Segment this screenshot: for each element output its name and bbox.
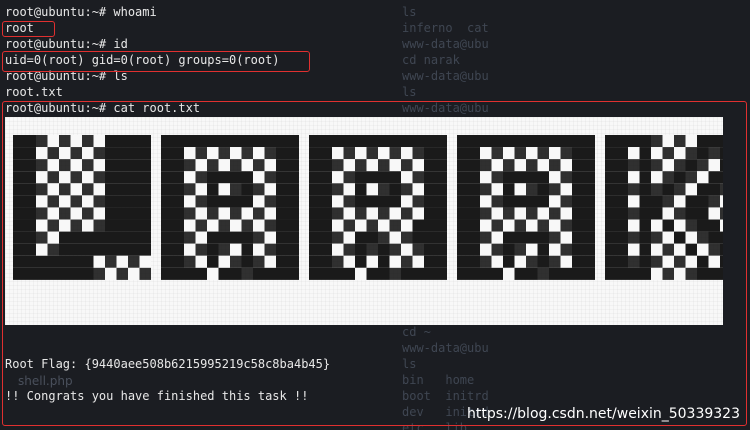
ascii-art-banner <box>5 117 743 325</box>
banner-letter-n <box>13 135 151 280</box>
terminal-window[interactable]: root@ubuntu:~# whoami root root@ubuntu:~… <box>0 0 750 430</box>
terminal-line: root@ubuntu:~# whoami <box>5 5 157 19</box>
highlight-box-whoami <box>2 21 55 37</box>
watermark: https://blog.csdn.net/weixin_50339323 <box>466 406 740 422</box>
banner-letter-r <box>309 135 447 280</box>
narak-logo <box>5 117 743 325</box>
terminal-line: root.txt <box>5 85 63 99</box>
banner-letter-k <box>605 135 743 280</box>
terminal-line: root@ubuntu:~# id <box>5 37 128 51</box>
highlight-box-id <box>2 51 310 72</box>
banner-letter-a <box>457 135 595 280</box>
banner-letter-a <box>161 135 299 280</box>
